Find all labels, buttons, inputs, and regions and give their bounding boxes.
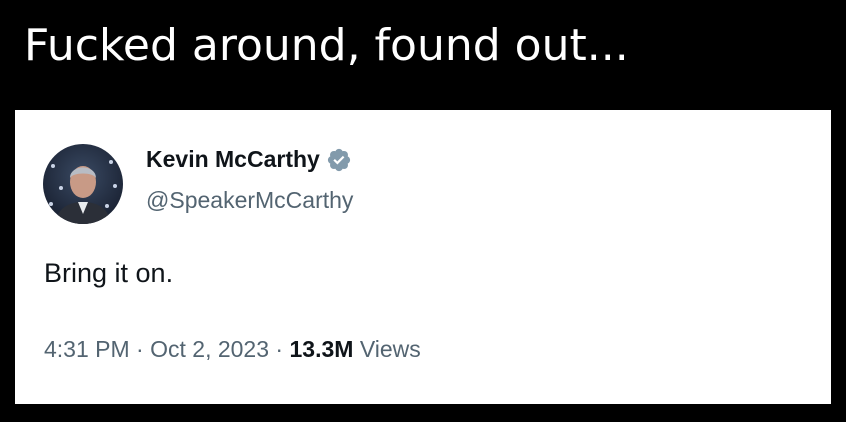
tweet-time[interactable]: 4:31 PM — [44, 336, 130, 362]
meta-separator: · — [136, 336, 144, 362]
views-label: Views — [359, 336, 421, 362]
meta-separator: · — [275, 336, 284, 362]
tweet-text: Bring it on. — [44, 258, 174, 288]
tweet-card: Kevin McCarthy @SpeakerMcCarthy Bring it… — [15, 110, 831, 404]
avatar[interactable] — [43, 144, 123, 224]
verified-badge-icon[interactable] — [326, 147, 352, 173]
avatar-photo — [43, 144, 123, 224]
display-name-text: Kevin McCarthy — [146, 146, 320, 172]
user-handle[interactable]: @SpeakerMcCarthy — [146, 187, 353, 214]
meme-caption: Fucked around, found out... — [24, 20, 629, 71]
tweet-meta: 4:31 PM · Oct 2, 2023 · 13.3M Views — [44, 336, 421, 363]
views-count: 13.3M — [289, 336, 354, 362]
display-name[interactable]: Kevin McCarthy — [146, 146, 352, 173]
tweet-date[interactable]: Oct 2, 2023 — [150, 336, 269, 362]
